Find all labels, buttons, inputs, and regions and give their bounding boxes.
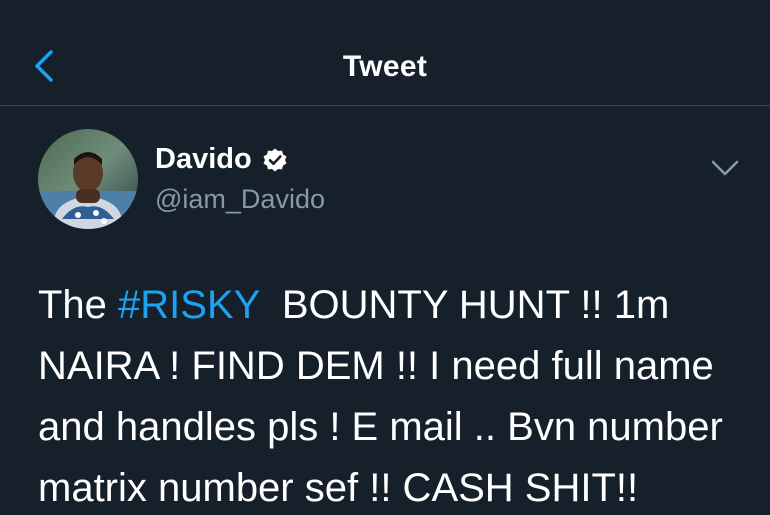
author-name-row: Davido bbox=[155, 143, 288, 176]
tweet-line-4: matrix number sef !! CASH SHIT!! bbox=[38, 466, 639, 510]
tweet-body: The #RISKY BOUNTY HUNT !! 1m NAIRA ! FIN… bbox=[38, 275, 748, 515]
top-navigation-bar: Tweet bbox=[0, 0, 770, 106]
tweet-screen: Tweet Davido @iam_Davido The #RISKY BOUN… bbox=[0, 0, 770, 515]
tweet-line-1: The #RISKY BOUNTY HUNT !! 1m bbox=[38, 275, 748, 336]
author-display-name[interactable]: Davido bbox=[155, 143, 252, 176]
page-title: Tweet bbox=[342, 50, 428, 83]
hashtag-link[interactable]: #RISKY bbox=[118, 283, 260, 327]
tweet-line-1-prefix: The bbox=[38, 283, 119, 327]
tweet-line-2: NAIRA ! FIND DEM !! I need full name bbox=[38, 344, 714, 388]
tweet-line-3: and handles pls ! E mail .. Bvn number bbox=[38, 405, 723, 449]
avatar[interactable] bbox=[38, 129, 138, 229]
author-handle[interactable]: @iam_Davido bbox=[155, 184, 325, 215]
tweet-line-1-suffix: BOUNTY HUNT !! 1m bbox=[259, 283, 670, 327]
verified-badge-icon bbox=[263, 148, 287, 171]
chevron-down-icon[interactable] bbox=[709, 157, 741, 179]
tweet-author: Davido @iam_Davido bbox=[38, 129, 741, 239]
